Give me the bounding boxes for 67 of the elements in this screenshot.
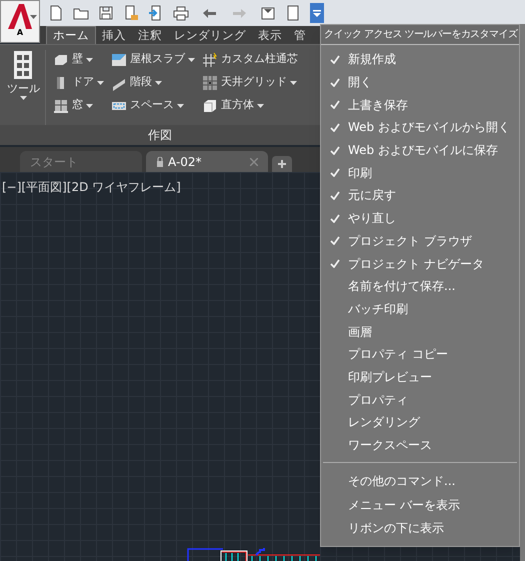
window-tool-icon [53, 98, 69, 114]
grid-tool-icon [202, 52, 218, 68]
app-menu-button[interactable]: A [0, 0, 40, 43]
dropdown-icon [313, 10, 321, 16]
menu-item[interactable]: バッチ印刷 [321, 298, 519, 320]
menu-item[interactable]: 印刷プレビュー [321, 366, 519, 388]
menu-item[interactable]: リボンの下に表示 [321, 516, 519, 540]
menu-item[interactable]: プロパティ [321, 388, 519, 411]
menu-item[interactable]: ワークスペース [321, 434, 519, 456]
menu-item[interactable]: プロパティ コピー [321, 342, 519, 366]
menu-item[interactable]: プロジェクト ナビゲータ [321, 252, 519, 275]
document-tab[interactable]: A-02* [146, 151, 268, 172]
ribbon-tab[interactable]: ホーム [46, 26, 96, 44]
document-tab[interactable]: スタート [20, 151, 142, 172]
ribbon-tab[interactable]: 注釈 [132, 26, 168, 44]
caret-icon [290, 80, 297, 84]
ceiling-tool-icon [202, 74, 218, 90]
customize-dropdown-button[interactable] [310, 3, 324, 23]
ribbon-tool[interactable]: 直方体 [202, 96, 298, 115]
menu-item[interactable]: 画層 [321, 320, 519, 343]
new-file-icon[interactable] [48, 5, 64, 21]
menu-title: クイック アクセス ツールバーをカスタマイズ [324, 28, 518, 42]
lock-icon [156, 156, 164, 166]
caret-icon [20, 96, 27, 100]
ribbon-tool[interactable]: 窓 [53, 96, 104, 115]
tools-button[interactable]: ツール [6, 50, 46, 125]
menu-item[interactable]: メニュー バーを表示 [321, 492, 519, 516]
caret-icon [30, 15, 37, 19]
menu-item[interactable]: 上書き保存 [321, 93, 519, 116]
ribbon-tool[interactable]: ドア [53, 73, 104, 92]
ribbon-tool[interactable]: カスタム柱通芯 [202, 50, 298, 69]
logo-icon [5, 3, 35, 29]
caret-icon [177, 104, 184, 108]
caret-icon [86, 58, 93, 62]
ribbon-tab[interactable]: レンダリング [168, 26, 252, 44]
ribbon-tool[interactable]: 屋根スラブ [111, 50, 195, 69]
menu-item[interactable]: やり直し [321, 206, 519, 230]
menu-item[interactable]: 新規作成 [321, 48, 519, 71]
menu-item[interactable]: プロジェクト ブラウザ [321, 230, 519, 252]
save-icon[interactable] [98, 5, 114, 21]
menu-item[interactable]: その他のコマンド... [321, 469, 519, 493]
menu-item[interactable]: 名前を付けて保存... [321, 274, 519, 298]
caret-icon [257, 104, 264, 108]
plus-icon [278, 160, 286, 168]
ribbon-tab[interactable]: 挿入 [96, 26, 132, 44]
ribbon-tab[interactable]: 表示 [252, 26, 288, 44]
viewport-label[interactable]: [−][平面図][2D ワイヤフレーム] [2, 178, 181, 196]
caret-icon [188, 58, 195, 62]
caret-icon [155, 80, 162, 84]
menu-item[interactable]: 開く [321, 70, 519, 94]
caret-icon [86, 104, 93, 108]
ribbon-tab[interactable]: 管 [288, 26, 312, 44]
caret-icon [97, 80, 104, 84]
panel-title: 作図 [148, 127, 172, 144]
box-tool-icon [202, 98, 218, 114]
menu-item[interactable]: Web およびモバイルに保存 [321, 138, 519, 162]
new-tab-button[interactable] [272, 156, 292, 172]
printer-icon[interactable] [173, 5, 189, 21]
ribbon-tool[interactable]: 階段 [111, 73, 195, 92]
ribbon-tool[interactable]: 壁 [53, 50, 104, 69]
menu-item[interactable]: Web およびモバイルから開く [321, 116, 519, 139]
ribbon-tool[interactable]: 天井グリッド [202, 73, 298, 92]
ribbon-tool[interactable]: スペース [111, 96, 195, 115]
menu-item[interactable]: レンダリング [321, 411, 519, 434]
document-icon[interactable] [285, 5, 301, 21]
menu-item[interactable]: 元に戻す [321, 184, 519, 207]
roof-tool-icon [111, 52, 127, 68]
